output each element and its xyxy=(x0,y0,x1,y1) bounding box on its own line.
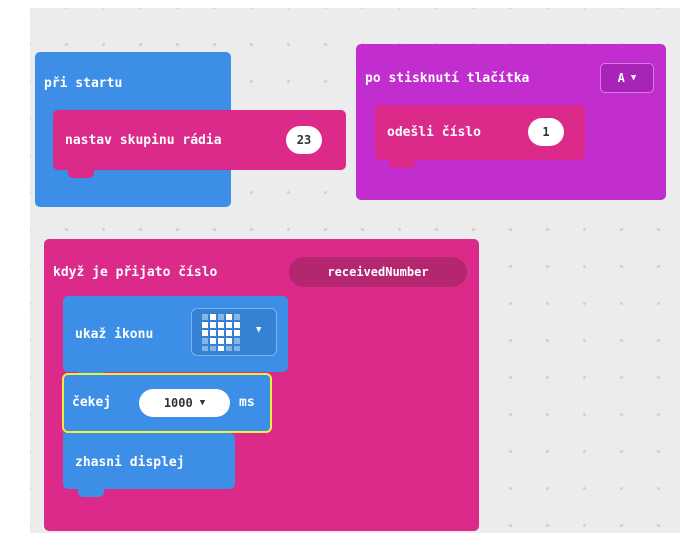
clear-screen-notch xyxy=(78,489,104,497)
chevron-down-icon: ▼ xyxy=(199,398,206,408)
heart-icon xyxy=(202,314,240,351)
chevron-down-icon: ▼ xyxy=(630,73,637,83)
on-button-pressed-label: po stisknutí tlačítka xyxy=(365,71,530,86)
send-number-value[interactable]: 1 xyxy=(528,118,564,146)
received-number-variable[interactable]: receivedNumber xyxy=(289,257,467,287)
set-radio-group-block[interactable]: nastav skupinu rádia 23 xyxy=(53,110,346,170)
pause-block[interactable]: čekej 1000 ▼ ms xyxy=(62,373,272,433)
button-dropdown-value: A xyxy=(617,71,625,85)
clear-screen-block[interactable]: zhasni displej xyxy=(63,433,235,489)
set-radio-group-notch xyxy=(68,170,94,178)
icon-picker[interactable]: ▼ xyxy=(191,308,277,356)
pause-unit-label: ms xyxy=(239,395,255,410)
radio-group-value[interactable]: 23 xyxy=(286,126,322,154)
pause-label: čekej xyxy=(72,395,112,410)
send-number-notch xyxy=(389,160,415,168)
send-number-label: odešli číslo xyxy=(387,125,481,140)
pause-duration-value: 1000 xyxy=(163,396,193,410)
on-start-label: při startu xyxy=(44,76,123,91)
show-icon-label: ukaž ikonu xyxy=(75,327,154,342)
pause-duration-dropdown[interactable]: 1000 ▼ xyxy=(139,389,230,417)
chevron-down-icon: ▼ xyxy=(256,325,262,335)
button-dropdown[interactable]: A ▼ xyxy=(600,63,654,93)
on-received-number-label: když je přijato číslo xyxy=(53,265,218,280)
set-radio-group-label: nastav skupinu rádia xyxy=(65,133,222,148)
send-number-block[interactable]: odešli číslo 1 xyxy=(375,105,585,160)
clear-screen-label: zhasni displej xyxy=(75,455,185,470)
show-icon-block[interactable]: ukaž ikonu ▼ xyxy=(63,296,288,372)
